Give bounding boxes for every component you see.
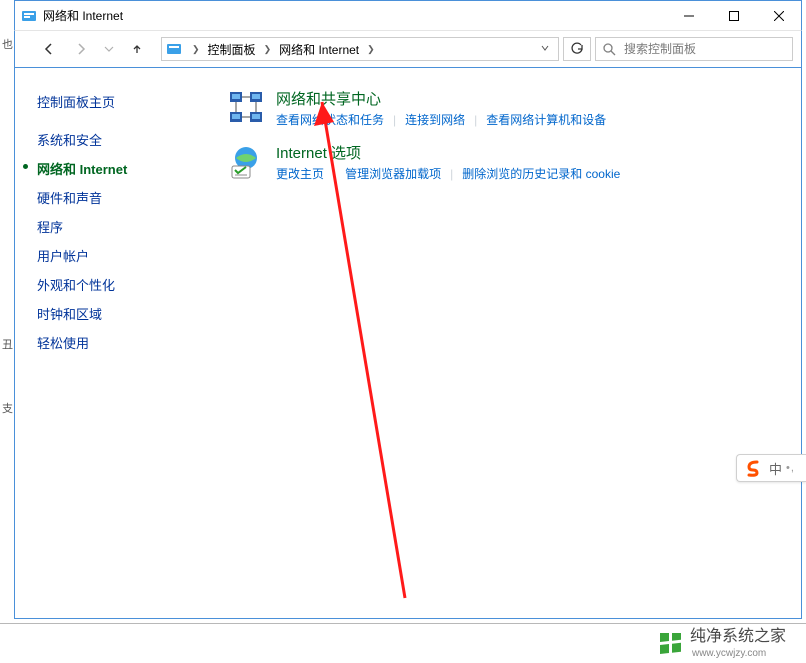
- sidebar-item-programs[interactable]: 程序: [15, 212, 210, 241]
- footer-watermark: 纯净系统之家 www.ycwjzy.com: [0, 623, 806, 663]
- app-icon: [21, 8, 37, 24]
- internet-options-icon: [226, 142, 266, 182]
- content-area: 控制面板主页 系统和安全 网络和 Internet 硬件和声音 程序 用户帐户 …: [14, 68, 802, 619]
- category-links: 查看网络状态和任务|连接到网络|查看网络计算机和设备: [276, 111, 606, 128]
- watermark-logo-icon: [660, 633, 682, 655]
- navigation-bar: ❯ 控制面板 ❯ 网络和 Internet ❯: [14, 30, 802, 68]
- main-panel: 网络和共享中心 查看网络状态和任务|连接到网络|查看网络计算机和设备 Inter…: [210, 68, 801, 618]
- ime-indicator[interactable]: 中 •,: [736, 454, 806, 482]
- refresh-button[interactable]: [563, 37, 591, 61]
- breadcrumb-root[interactable]: 控制面板: [206, 41, 258, 58]
- category-network-sharing: 网络和共享中心 查看网络状态和任务|连接到网络|查看网络计算机和设备: [226, 88, 785, 128]
- maximize-button[interactable]: [711, 1, 756, 30]
- category-title[interactable]: Internet 选项: [276, 142, 620, 163]
- breadcrumb-current[interactable]: 网络和 Internet: [277, 41, 361, 58]
- search-input[interactable]: [622, 41, 786, 57]
- link-connect-network[interactable]: 连接到网络: [405, 113, 465, 127]
- forward-button[interactable]: [67, 35, 95, 63]
- sidebar: 控制面板主页 系统和安全 网络和 Internet 硬件和声音 程序 用户帐户 …: [15, 68, 210, 618]
- left-edge-artifact: 也 丑 支: [0, 0, 14, 620]
- sidebar-heading[interactable]: 控制面板主页: [15, 92, 210, 125]
- link-view-network-devices[interactable]: 查看网络计算机和设备: [486, 113, 606, 127]
- ime-more-icon[interactable]: •,: [782, 462, 799, 474]
- sidebar-item-ease-of-access[interactable]: 轻松使用: [15, 328, 210, 357]
- search-box[interactable]: [595, 37, 793, 61]
- minimize-button[interactable]: [666, 1, 711, 30]
- ime-mode-label: 中: [769, 459, 782, 478]
- link-manage-addons[interactable]: 管理浏览器加载项: [345, 167, 441, 181]
- location-icon: [166, 41, 182, 57]
- address-bar[interactable]: ❯ 控制面板 ❯ 网络和 Internet ❯: [161, 37, 559, 61]
- window-titlebar: 网络和 Internet: [14, 0, 802, 30]
- window-title: 网络和 Internet: [43, 7, 666, 24]
- up-button[interactable]: [123, 35, 151, 63]
- watermark-url: www.ycwjzy.com: [692, 648, 786, 659]
- network-sharing-icon: [226, 88, 266, 128]
- sidebar-item-user-accounts[interactable]: 用户帐户: [15, 241, 210, 270]
- sidebar-item-network-internet[interactable]: 网络和 Internet: [15, 154, 210, 183]
- chevron-right-icon[interactable]: ❯: [361, 44, 381, 55]
- search-icon: [602, 42, 616, 56]
- link-delete-history[interactable]: 删除浏览的历史记录和 cookie: [462, 167, 620, 181]
- category-internet-options: Internet 选项 更改主页|管理浏览器加载项|删除浏览的历史记录和 coo…: [226, 142, 785, 182]
- sogou-logo-icon: [743, 458, 763, 478]
- watermark-name: 纯净系统之家: [690, 628, 786, 646]
- recent-locations-button[interactable]: [95, 35, 123, 63]
- chevron-right-icon[interactable]: ❯: [186, 44, 206, 55]
- link-view-network-status[interactable]: 查看网络状态和任务: [276, 113, 384, 127]
- category-links: 更改主页|管理浏览器加载项|删除浏览的历史记录和 cookie: [276, 165, 620, 182]
- sidebar-item-hardware-sound[interactable]: 硬件和声音: [15, 183, 210, 212]
- chevron-right-icon[interactable]: ❯: [258, 44, 278, 55]
- back-button[interactable]: [35, 35, 63, 63]
- link-change-homepage[interactable]: 更改主页: [276, 167, 324, 181]
- sidebar-item-clock-region[interactable]: 时钟和区域: [15, 299, 210, 328]
- category-title[interactable]: 网络和共享中心: [276, 88, 606, 109]
- sidebar-item-system-security[interactable]: 系统和安全: [15, 125, 210, 154]
- close-button[interactable]: [756, 1, 801, 30]
- sidebar-item-appearance[interactable]: 外观和个性化: [15, 270, 210, 299]
- address-dropdown-icon[interactable]: [536, 40, 554, 58]
